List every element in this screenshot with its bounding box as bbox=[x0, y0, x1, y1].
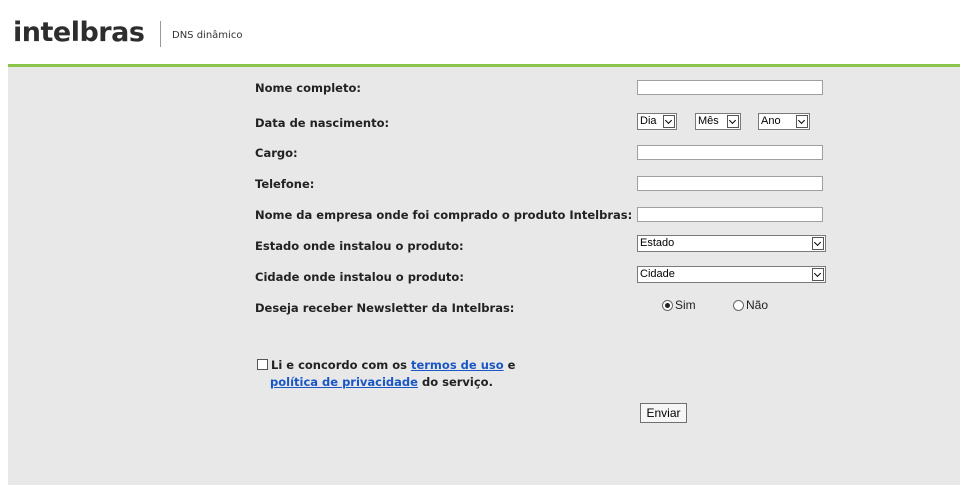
city-select-value: Cidade bbox=[640, 268, 675, 280]
role-label: Cargo: bbox=[255, 146, 298, 160]
state-select[interactable]: Estado bbox=[637, 235, 826, 252]
terms-text-after: do serviço. bbox=[417, 375, 493, 389]
city-label: Cidade onde instalou o produto: bbox=[255, 270, 464, 284]
header-divider bbox=[160, 21, 161, 47]
header-accent-line bbox=[8, 64, 960, 67]
birth-date-label: Data de nascimento: bbox=[255, 116, 390, 130]
newsletter-yes-radio[interactable] bbox=[662, 300, 673, 311]
phone-label: Telefone: bbox=[255, 177, 315, 191]
chevron-down-icon bbox=[796, 115, 808, 128]
terms-checkbox[interactable] bbox=[257, 359, 268, 370]
chevron-down-icon bbox=[663, 115, 675, 128]
newsletter-yes-label: Sim bbox=[675, 298, 696, 312]
company-input[interactable] bbox=[637, 207, 823, 222]
header: intelbras DNS dinâmico bbox=[8, 7, 960, 64]
state-select-value: Estado bbox=[640, 237, 675, 249]
intelbras-logo: intelbras bbox=[13, 17, 145, 48]
role-input[interactable] bbox=[637, 145, 823, 160]
terms-text-line2: política de privacidade do serviço. bbox=[270, 375, 493, 389]
phone-input[interactable] bbox=[637, 176, 823, 191]
year-select[interactable]: Ano bbox=[758, 113, 810, 130]
day-select[interactable]: Dia bbox=[637, 113, 677, 130]
year-select-value: Ano bbox=[761, 115, 781, 127]
newsletter-no-label: Não bbox=[746, 298, 769, 312]
page-subtitle: DNS dinâmico bbox=[172, 30, 243, 41]
state-label: Estado onde instalou o produto: bbox=[255, 239, 464, 253]
chevron-down-icon bbox=[812, 237, 824, 250]
terms-text-before: Li e concordo com os bbox=[271, 358, 411, 372]
full-name-label: Nome completo: bbox=[255, 81, 361, 95]
month-select-value: Mês bbox=[698, 115, 719, 127]
chevron-down-icon bbox=[812, 268, 824, 281]
submit-button[interactable]: Enviar bbox=[640, 403, 687, 423]
day-select-value: Dia bbox=[640, 115, 657, 127]
city-select[interactable]: Cidade bbox=[637, 266, 826, 283]
terms-of-use-link[interactable]: termos de uso bbox=[411, 358, 504, 372]
terms-text-line1: Li e concordo com os termos de uso e bbox=[271, 358, 515, 372]
company-label: Nome da empresa onde foi comprado o prod… bbox=[255, 208, 633, 222]
chevron-down-icon bbox=[727, 115, 739, 128]
newsletter-label: Deseja receber Newsletter da Intelbras: bbox=[255, 301, 515, 315]
newsletter-no-radio[interactable] bbox=[733, 300, 744, 311]
month-select[interactable]: Mês bbox=[695, 113, 741, 130]
full-name-input[interactable] bbox=[637, 80, 823, 95]
privacy-policy-link[interactable]: política de privacidade bbox=[270, 375, 418, 389]
terms-text-and: e bbox=[503, 358, 516, 372]
